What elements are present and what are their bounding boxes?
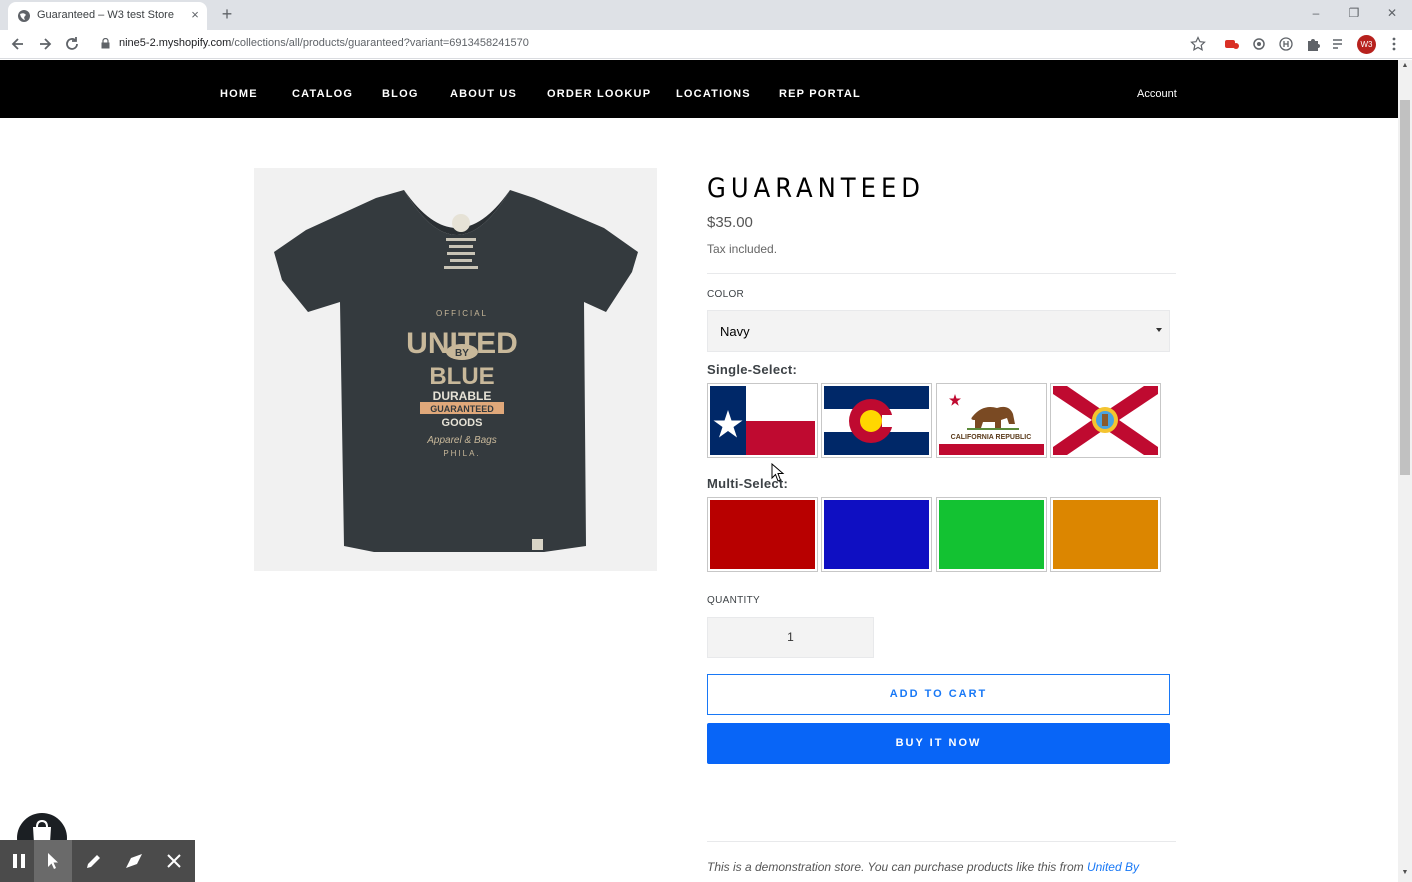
product-description: This is a demonstration store. You can p…	[707, 860, 1139, 874]
color-label: COLOR	[707, 289, 745, 300]
extension-record-icon[interactable]	[1224, 36, 1240, 52]
product-price: $35.00	[707, 214, 753, 231]
color-fill-blue	[824, 500, 929, 569]
extension-gear-icon[interactable]	[1251, 36, 1267, 52]
url-path: /collections/all/products/guaranteed?var…	[231, 37, 529, 49]
color-fill-green	[939, 500, 1044, 569]
reload-icon[interactable]	[63, 35, 81, 53]
back-arrow-icon[interactable]	[9, 35, 27, 53]
swatch-green[interactable]	[936, 497, 1047, 572]
browser-tab-bar: Guaranteed – W3 test Store × + – ❐ ✕	[0, 0, 1412, 30]
url-field[interactable]: nine5-2.myshopify.com/collections/all/pr…	[119, 37, 529, 49]
nav-item-blog[interactable]: BLOG	[382, 88, 419, 100]
scroll-down-arrow-icon[interactable]: ▼	[1401, 869, 1409, 876]
svg-text:OFFICIAL: OFFICIAL	[436, 309, 488, 318]
highlighter-icon	[126, 854, 142, 868]
chevron-down-icon	[1156, 328, 1162, 332]
highlighter-tool-button[interactable]	[115, 840, 153, 882]
single-select-label: Single-Select:	[707, 362, 798, 377]
california-flag-text: CALIFORNIA REPUBLIC	[951, 434, 1032, 441]
star-icon[interactable]	[1190, 36, 1206, 52]
svg-text:PHILA.: PHILA.	[443, 449, 480, 458]
florida-flag-icon	[1053, 386, 1158, 455]
divider	[707, 273, 1176, 274]
divider	[707, 841, 1176, 842]
kebab-menu-icon[interactable]	[1386, 36, 1402, 52]
scroll-thumb[interactable]	[1400, 100, 1410, 475]
quantity-input[interactable]: 1	[707, 617, 874, 658]
color-select[interactable]: Navy	[707, 310, 1170, 352]
color-fill-orange	[1053, 500, 1158, 569]
url-host: nine5-2.myshopify.com	[119, 37, 232, 49]
pause-button[interactable]	[0, 840, 38, 882]
new-tab-button[interactable]: +	[218, 5, 236, 23]
pencil-icon	[87, 855, 100, 868]
product-title: GUARANTEED	[707, 173, 926, 204]
page-scrollbar[interactable]: ▲ ▼	[1398, 60, 1412, 882]
minimize-button[interactable]: –	[1306, 5, 1326, 21]
svg-text:Apparel & Bags: Apparel & Bags	[426, 435, 497, 446]
description-text: This is a demonstration store. You can p…	[707, 860, 1087, 874]
nav-item-rep-portal[interactable]: REP PORTAL	[779, 88, 861, 100]
arrow-pointer-icon	[48, 853, 58, 869]
nav-item-locations[interactable]: LOCATIONS	[676, 88, 751, 100]
svg-text:DURABLE: DURABLE	[433, 389, 492, 403]
swatch-florida-flag[interactable]	[1050, 383, 1161, 458]
puzzle-icon[interactable]	[1305, 36, 1321, 52]
tab-close-icon[interactable]: ×	[188, 8, 202, 22]
description-link[interactable]: United By	[1087, 860, 1139, 874]
colorado-flag-icon	[824, 386, 929, 455]
swatch-red[interactable]	[707, 497, 818, 572]
nav-item-order-lookup[interactable]: ORDER LOOKUP	[547, 88, 651, 100]
recorder-toolbar	[0, 840, 195, 882]
svg-text:GUARANTEED: GUARANTEED	[430, 404, 494, 414]
svg-text:BLUE: BLUE	[429, 363, 494, 390]
buy-it-now-button[interactable]: BUY IT NOW	[707, 723, 1170, 764]
account-link[interactable]: Account	[1137, 88, 1177, 100]
extension-h-icon[interactable]	[1278, 36, 1294, 52]
nav-item-home[interactable]: HOME	[220, 88, 258, 100]
lock-icon[interactable]	[101, 38, 110, 49]
california-flag-icon: CALIFORNIA REPUBLIC	[939, 386, 1044, 455]
texas-flag-icon	[710, 386, 815, 455]
close-toolbar-button[interactable]	[155, 840, 193, 882]
swatch-blue[interactable]	[821, 497, 932, 572]
close-icon	[167, 854, 181, 868]
product-image[interactable]: OFFICIAL UNITED BY BLUE DURABLE GUARANTE…	[254, 168, 657, 571]
mouse-pointer-icon	[771, 463, 785, 482]
swatch-orange[interactable]	[1050, 497, 1161, 572]
tax-note: Tax included.	[707, 242, 778, 256]
svg-text:GOODS: GOODS	[442, 417, 483, 429]
pause-icon	[13, 854, 25, 868]
globe-icon	[18, 10, 30, 22]
swatch-california-flag[interactable]: CALIFORNIA REPUBLIC	[936, 383, 1047, 458]
browser-tab[interactable]: Guaranteed – W3 test Store ×	[8, 2, 207, 30]
pen-tool-button[interactable]	[75, 840, 113, 882]
nav-item-about-us[interactable]: ABOUT US	[450, 88, 517, 100]
quantity-label: QUANTITY	[707, 595, 760, 606]
scroll-up-arrow-icon[interactable]: ▲	[1401, 62, 1409, 69]
pointer-tool-button[interactable]	[34, 840, 72, 882]
address-bar: nine5-2.myshopify.com/collections/all/pr…	[0, 30, 1412, 59]
forward-arrow-icon[interactable]	[36, 35, 54, 53]
reading-list-icon[interactable]	[1331, 36, 1347, 52]
t-shirt-image: OFFICIAL UNITED BY BLUE DURABLE GUARANTE…	[274, 190, 638, 552]
swatch-texas-flag[interactable]	[707, 383, 818, 458]
add-to-cart-button[interactable]: ADD TO CART	[707, 674, 1170, 715]
swatch-colorado-flag[interactable]	[821, 383, 932, 458]
store-header: HOME CATALOG BLOG ABOUT US ORDER LOOKUP …	[0, 60, 1398, 118]
profile-avatar[interactable]: W3	[1357, 35, 1376, 54]
tab-title: Guaranteed – W3 test Store	[37, 9, 174, 21]
window-close-button[interactable]: ✕	[1382, 5, 1402, 21]
restore-button[interactable]: ❐	[1344, 5, 1364, 21]
color-fill-red	[710, 500, 815, 569]
color-select-value: Navy	[720, 324, 750, 339]
nav-item-catalog[interactable]: CATALOG	[292, 88, 353, 100]
svg-text:BY: BY	[455, 348, 469, 359]
